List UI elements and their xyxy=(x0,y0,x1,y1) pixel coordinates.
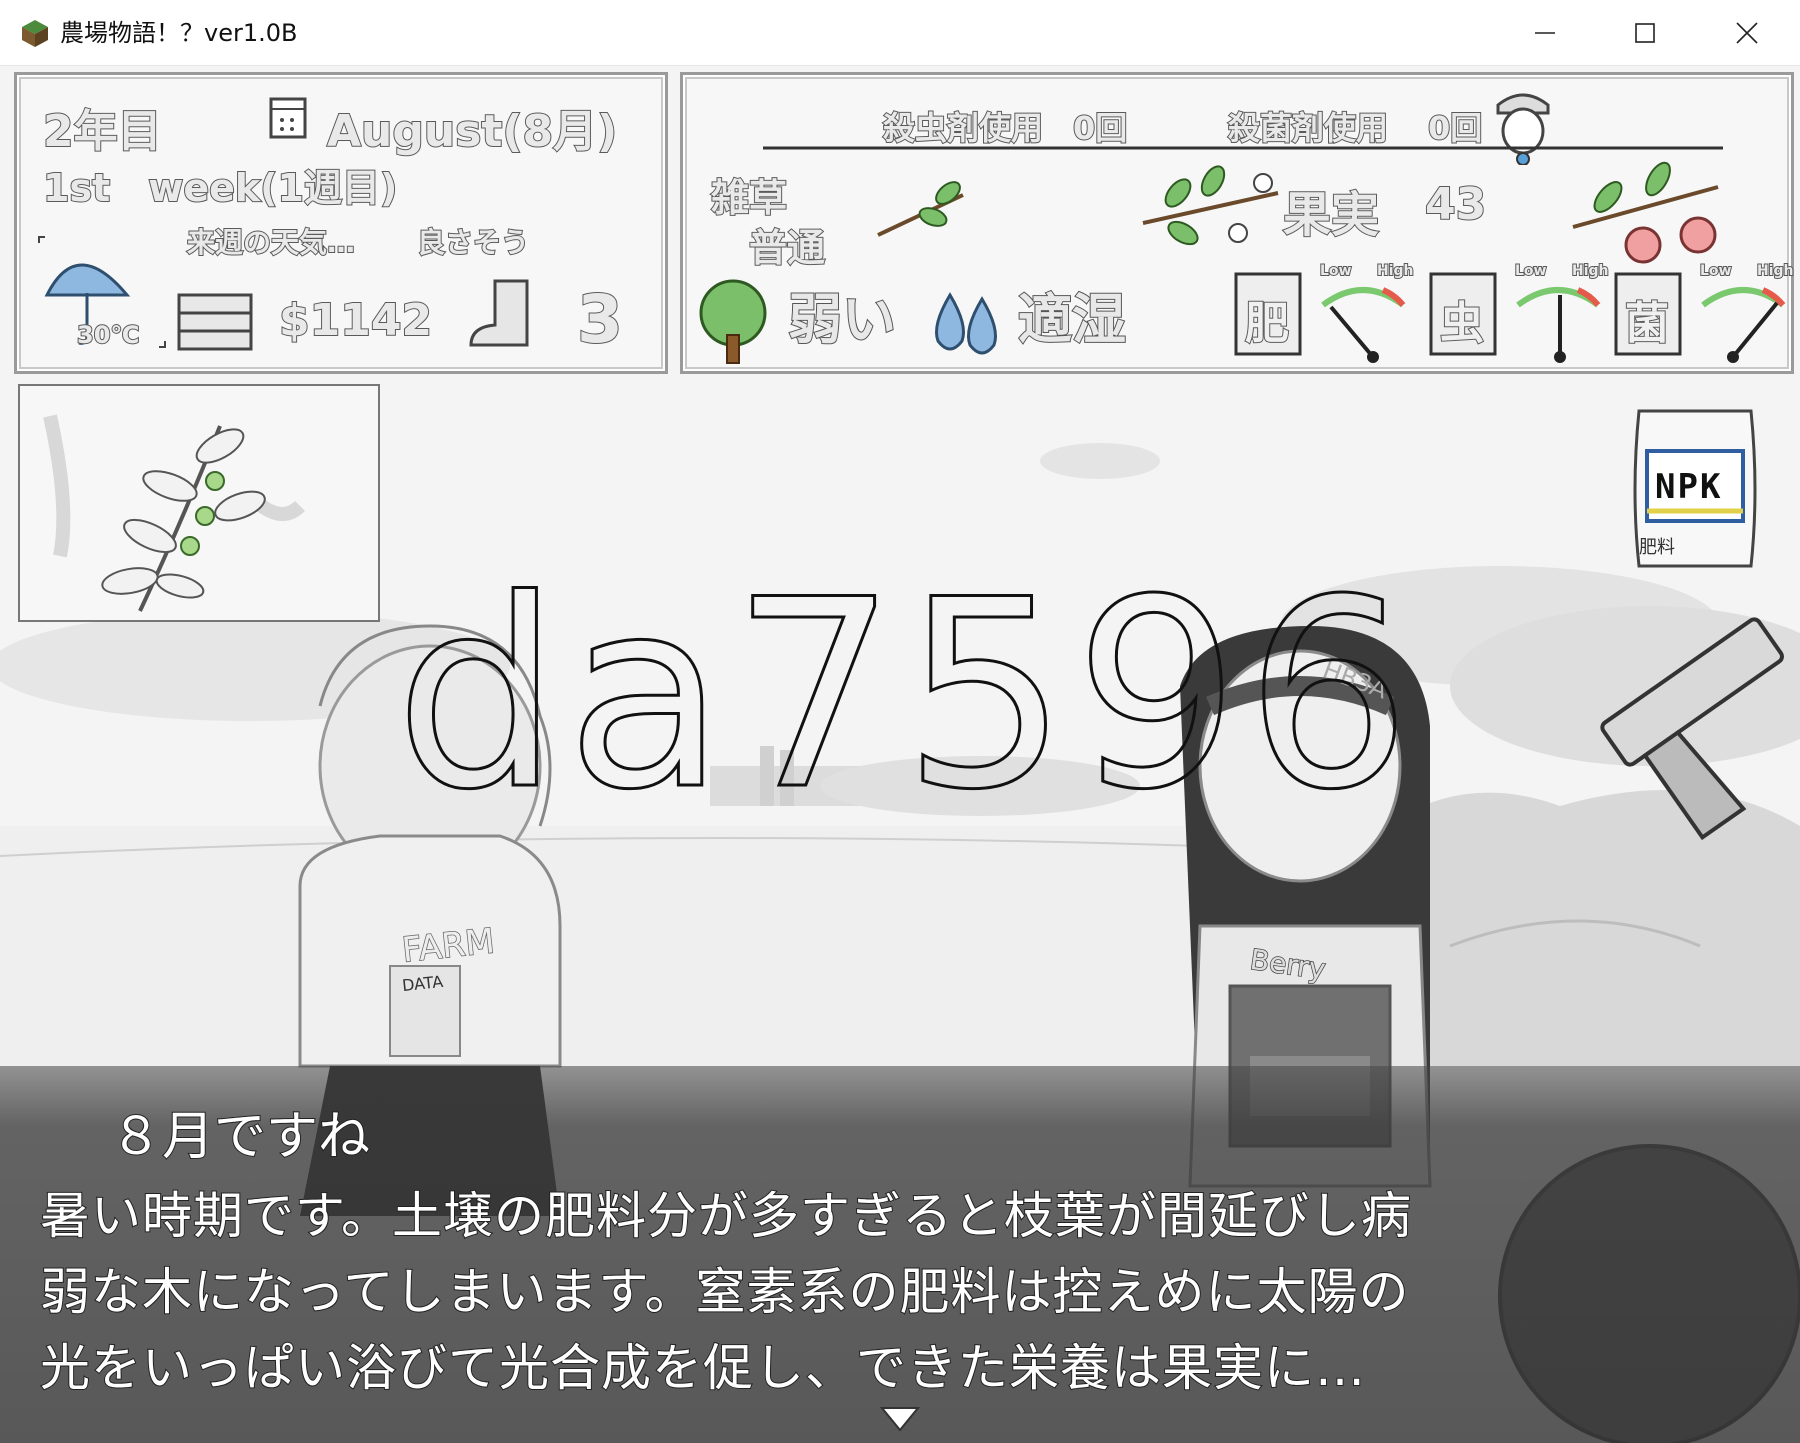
next-page-arrow-icon[interactable] xyxy=(880,1406,920,1432)
status-panel: 2年目 August(8月) 1st week(1週目) 来週の天気… 良さそう… xyxy=(14,72,668,374)
insecticide-count: 0回 xyxy=(1072,108,1128,148)
temperature-label: 30℃ xyxy=(76,320,140,350)
npk-fertilizer-bag[interactable]: NPK 肥料 xyxy=(1625,401,1765,576)
insect-low-label: Low xyxy=(1514,262,1548,280)
minimize-button[interactable] xyxy=(1495,0,1595,66)
fertilizer-gauge-label: 肥 xyxy=(1244,297,1290,350)
forecast-value: 良さそう xyxy=(416,225,530,260)
fungicide-count: 0回 xyxy=(1427,108,1483,148)
water-drops-icon xyxy=(935,292,997,355)
week-label: 1st week(1週目) xyxy=(42,165,398,211)
fertilizer-high-label: High xyxy=(1376,262,1414,280)
money-stack-icon xyxy=(177,293,253,351)
insect-meter xyxy=(1516,287,1601,363)
year-label: 2年目 xyxy=(42,105,163,158)
calendar-icon xyxy=(269,97,307,139)
insect-gauge-label: 虫 xyxy=(1439,297,1485,350)
fungus-gauge-label: 菌 xyxy=(1624,297,1670,350)
weeds-value: 普通 xyxy=(748,225,826,271)
window-title: 農場物語！？ver1.0B xyxy=(60,19,298,47)
flowering-branch-icon xyxy=(1142,165,1279,246)
fruit-label: 果実 xyxy=(1282,186,1380,244)
stamina-value: 3 xyxy=(576,280,624,359)
fungicide-label: 殺菌剤使用 xyxy=(1227,108,1389,148)
fungus-meter xyxy=(1701,287,1786,363)
dialogue-speaker-line: ８月ですね xyxy=(109,1106,371,1168)
fertilizer-meter xyxy=(1321,287,1406,363)
plant-thumbnail[interactable] xyxy=(18,384,380,622)
fruit-count: 43 xyxy=(1424,178,1487,231)
tree-health-icon xyxy=(699,279,767,364)
month-label: August(8月) xyxy=(326,105,618,158)
moisture-value: 適湿 xyxy=(1017,287,1127,352)
fertilizer-bag-sublabel: 肥料 xyxy=(1639,537,1675,558)
cherry-branch-icon xyxy=(1572,161,1719,264)
app-cube-icon xyxy=(22,20,48,47)
close-button[interactable] xyxy=(1697,0,1797,66)
dialogue-line-2: 弱な木になってしまいます。窒素系の肥料は控えめに太陽の xyxy=(39,1262,1410,1322)
money-value: $1142 xyxy=(278,294,433,347)
boot-stamina-icon xyxy=(469,279,529,347)
weeds-label: 雑草 xyxy=(710,175,788,221)
dialogue-line-3: 光をいっぱい浴びて光合成を促し、できた栄養は果実に… xyxy=(39,1338,1366,1398)
branch-leaf-icon xyxy=(877,181,964,237)
fungus-low-label: Low xyxy=(1699,262,1733,280)
minimize-icon xyxy=(1535,32,1555,34)
farmer-avatar-icon xyxy=(1496,93,1550,165)
fertilizer-bag-label: NPK xyxy=(1655,467,1723,507)
maximize-icon xyxy=(1635,23,1655,43)
close-icon xyxy=(1736,22,1758,44)
fungus-gauge: 菌 xyxy=(1613,271,1683,361)
forecast-label: 来週の天気… xyxy=(186,225,356,260)
watermark-text: da7596 xyxy=(393,545,1418,847)
insect-gauge: 虫 xyxy=(1428,271,1498,361)
fungus-high-label: High xyxy=(1756,262,1794,280)
window-titlebar: 農場物語！？ver1.0B xyxy=(0,0,1800,66)
plant-sapling-illustration xyxy=(43,414,305,612)
dialogue-line-1: 暑い時期です。土壌の肥料分が多すぎると枝葉が間延びし病 xyxy=(39,1186,1412,1246)
maximize-button[interactable] xyxy=(1595,0,1695,66)
insect-high-label: High xyxy=(1571,262,1609,280)
insecticide-label: 殺虫剤使用 xyxy=(882,108,1044,148)
tree-strength-value: 弱い xyxy=(787,287,897,352)
fertilizer-low-label: Low xyxy=(1319,262,1353,280)
game-viewport[interactable]: 2年目 August(8月) 1st week(1週目) 来週の天気… 良さそう… xyxy=(0,66,1800,1443)
panel-divider xyxy=(763,146,1723,150)
farm-status-panel: 殺虫剤使用 0回 殺菌剤使用 0回 雑草 普通 果実 43 弱い 適湿 肥 虫 … xyxy=(680,72,1795,374)
fertilizer-gauge: 肥 xyxy=(1233,271,1303,361)
